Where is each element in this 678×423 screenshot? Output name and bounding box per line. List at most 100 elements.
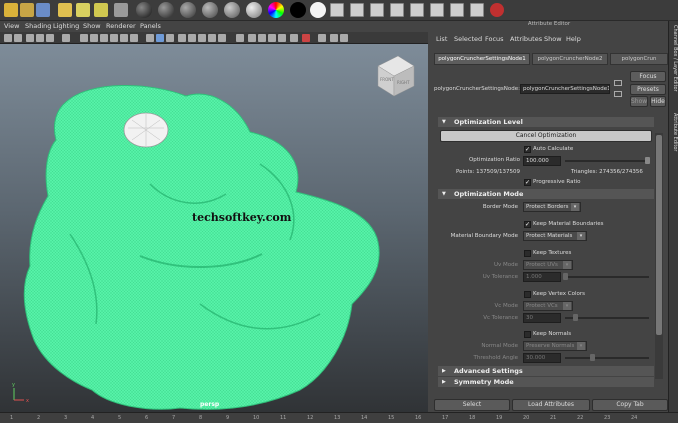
shelf-script-icon[interactable] [430, 3, 444, 17]
uv-mode-dropdown[interactable]: Protect UVs ▾ [523, 260, 573, 270]
material-ball-icon[interactable] [136, 2, 152, 18]
shadows-icon[interactable] [198, 34, 206, 42]
material-ball-icon[interactable] [180, 2, 196, 18]
menu-view[interactable]: View [4, 22, 19, 30]
grid-toggle-icon[interactable] [62, 34, 70, 42]
menu-show[interactable]: Show [83, 22, 101, 30]
uv-tolerance-field[interactable]: 1.000 [523, 272, 561, 282]
image-plane-icon[interactable] [46, 34, 54, 42]
grid-icon[interactable] [26, 34, 34, 42]
load-selected-icon[interactable] [614, 80, 622, 86]
symmetry-mode-header[interactable]: ▶ Symmetry Mode [438, 377, 654, 387]
backface-icon[interactable] [278, 34, 286, 42]
load-attributes-button[interactable]: Load Attributes [512, 399, 590, 411]
copy-tab-button[interactable]: Copy Tab [592, 399, 668, 411]
rotate-tool-icon[interactable] [76, 3, 90, 17]
ambient-occlusion-icon[interactable] [208, 34, 216, 42]
time-slider[interactable]: 1 2 3 4 5 6 7 8 9 10 11 12 13 14 15 16 17 18 19 20 21 22 23 24 [0, 412, 678, 423]
material-ball-icon[interactable] [224, 2, 240, 18]
node-name-field[interactable]: polygonCruncherSettingsNode1 [520, 84, 610, 94]
shelf-script-icon[interactable] [330, 3, 344, 17]
wireframe-icon[interactable] [146, 34, 154, 42]
safe-title-icon[interactable] [130, 34, 138, 42]
uv-tolerance-knob[interactable] [563, 273, 568, 280]
vc-mode-dropdown[interactable]: Protect VCs ▾ [523, 301, 573, 311]
normal-mode-dropdown[interactable]: Preserve Normals ▾ [523, 341, 587, 351]
ae-menu-list[interactable]: List [436, 35, 447, 43]
menu-panels[interactable]: Panels [140, 22, 161, 30]
tab-cruncher-node[interactable]: polygonCruncherNode2 [532, 53, 608, 65]
lights-icon[interactable] [188, 34, 196, 42]
xray-icon[interactable] [218, 34, 226, 42]
progressive-ratio-checkbox[interactable]: ✓ [524, 179, 531, 186]
xray-active-icon[interactable] [258, 34, 266, 42]
optimization-level-header[interactable]: ▼ Optimization Level [438, 117, 654, 127]
antialias-icon[interactable] [318, 34, 326, 42]
keep-material-boundaries-checkbox[interactable]: ✓ [524, 221, 531, 228]
color-wheel-icon[interactable] [268, 2, 284, 18]
presets-button[interactable]: Presets [630, 84, 666, 95]
shelf-script-icon[interactable] [450, 3, 464, 17]
ae-menu-show[interactable]: Show [544, 35, 562, 43]
tab-cruncher-settings[interactable]: polygonCruncherSettingsNode1 [434, 53, 530, 65]
hide-button[interactable]: Hide [650, 96, 666, 107]
optimization-ratio-slider[interactable] [565, 160, 649, 162]
ae-menu-help[interactable]: Help [566, 35, 581, 43]
auto-calculate-checkbox[interactable]: ✓ [524, 146, 531, 153]
depth-icon[interactable] [290, 34, 298, 42]
scrollbar-thumb[interactable] [656, 135, 662, 335]
ae-menu-focus[interactable]: Focus [485, 35, 504, 43]
advanced-settings-header[interactable]: ▶ Advanced Settings [438, 366, 654, 376]
3d-viewport[interactable]: FRONT RIGHT y x [0, 44, 428, 412]
tab-channel-box[interactable]: Channel Box / Layer Editor [670, 25, 678, 92]
motion-blur-icon[interactable] [302, 34, 310, 42]
camera-icon[interactable] [4, 34, 12, 42]
bookmark-icon[interactable] [36, 34, 44, 42]
go-to-output-icon[interactable] [614, 91, 622, 97]
threshold-angle-field[interactable]: 30.000 [523, 353, 561, 363]
gate-mask-icon[interactable] [100, 34, 108, 42]
border-mode-dropdown[interactable]: Protect Borders ▾ [523, 202, 581, 212]
material-ball-icon[interactable] [202, 2, 218, 18]
soft-mod-icon[interactable] [114, 3, 128, 17]
resolution-gate-icon[interactable] [90, 34, 98, 42]
keep-normals-checkbox[interactable] [524, 331, 531, 338]
shelf-script-icon[interactable] [390, 3, 404, 17]
material-boundary-dropdown[interactable]: Protect Materials ▾ [523, 231, 587, 241]
safe-action-icon[interactable] [120, 34, 128, 42]
menu-shading[interactable]: Shading [25, 22, 51, 30]
menu-renderer[interactable]: Renderer [106, 22, 136, 30]
paint-tool-icon[interactable] [36, 3, 50, 17]
vc-tolerance-field[interactable]: 30 [523, 313, 561, 323]
show-button[interactable]: Show [630, 96, 648, 107]
shelf-script-icon[interactable] [350, 3, 364, 17]
material-ball-icon[interactable] [246, 2, 262, 18]
cancel-optimization-button[interactable]: Cancel Optimization [440, 130, 652, 142]
optimization-ratio-field[interactable]: 100.000 [523, 156, 561, 166]
material-ball-icon[interactable] [158, 2, 174, 18]
focus-button[interactable]: Focus [630, 71, 666, 82]
select-button[interactable]: Select [434, 399, 510, 411]
black-ball-icon[interactable] [290, 2, 306, 18]
isolate-icon[interactable] [236, 34, 244, 42]
keep-textures-checkbox[interactable] [524, 250, 531, 257]
textured-icon[interactable] [178, 34, 186, 42]
field-chart-icon[interactable] [110, 34, 118, 42]
dof-icon[interactable] [330, 34, 338, 42]
film-gate-icon[interactable] [80, 34, 88, 42]
attribute-editor-scrollbar[interactable] [655, 133, 663, 379]
shelf-script-icon[interactable] [470, 3, 484, 17]
move-tool-icon[interactable] [58, 3, 72, 17]
tab-attribute-editor[interactable]: Attribute Editor [670, 113, 678, 151]
camera-icon[interactable] [14, 34, 22, 42]
ae-menu-selected[interactable]: Selected [454, 35, 482, 43]
white-ball-icon[interactable] [310, 2, 326, 18]
threshold-angle-slider[interactable] [565, 357, 649, 359]
menu-lighting[interactable]: Lighting [53, 22, 79, 30]
keep-vertex-colors-checkbox[interactable] [524, 291, 531, 298]
shelf-script-icon[interactable] [370, 3, 384, 17]
uv-tolerance-slider[interactable] [565, 276, 649, 278]
shelf-script-icon[interactable] [410, 3, 424, 17]
scale-tool-icon[interactable] [94, 3, 108, 17]
smooth-shade-icon[interactable] [156, 34, 164, 42]
